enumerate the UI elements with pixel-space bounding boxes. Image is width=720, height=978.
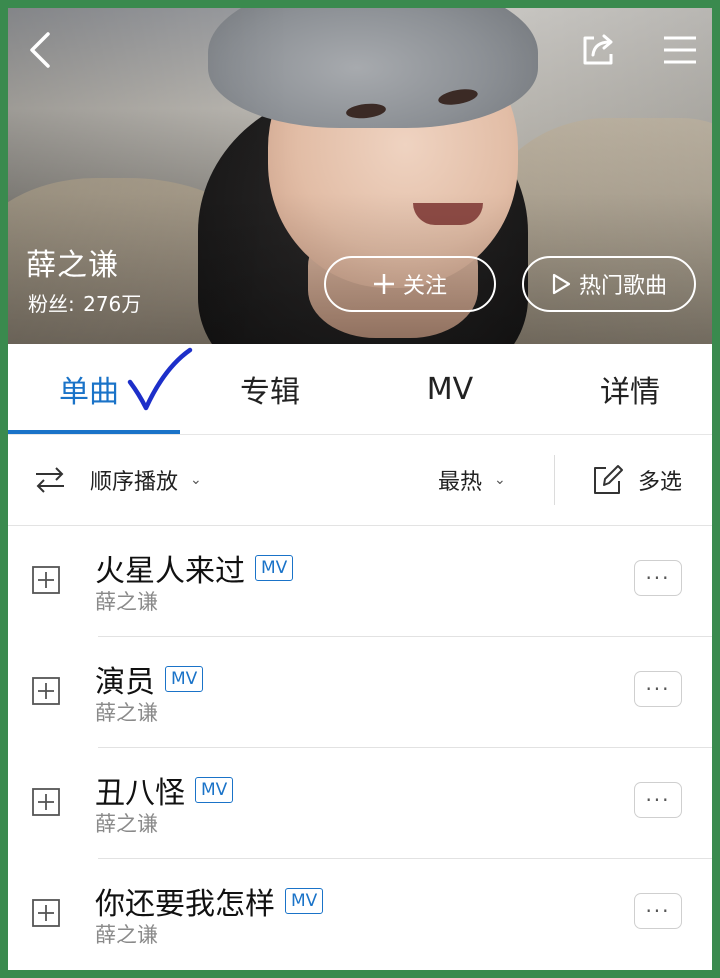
add-to-playlist-icon[interactable] [32,566,60,594]
toolbar-divider [554,455,555,505]
add-to-playlist-icon[interactable] [32,899,60,927]
song-artist: 薛之谦 [95,701,158,725]
edit-icon [594,465,623,494]
play-order-button[interactable]: 顺序播放 ⌄ [34,435,202,525]
song-row[interactable]: 你还要我怎样 MV 薛之谦 ··· [8,859,712,970]
checkmark-annotation-icon [127,347,193,411]
back-icon[interactable] [26,30,56,70]
song-title: 演员 MV [95,657,204,701]
song-title-text: 演员 [95,665,155,700]
active-tab-indicator [8,430,180,434]
follow-button[interactable]: 关注 [324,256,496,312]
add-to-playlist-icon[interactable] [32,788,60,816]
play-icon [552,273,571,295]
song-row[interactable]: 丑八怪 MV 薛之谦 ··· [8,748,712,859]
menu-icon[interactable] [662,34,698,66]
follow-label: 关注 [402,274,447,299]
share-icon[interactable] [580,32,616,68]
list-toolbar: 顺序播放 ⌄ 最热 ⌄ 多选 [8,435,712,526]
song-artist: 薛之谦 [95,590,158,614]
add-to-playlist-icon[interactable] [32,677,60,705]
chevron-down-icon: ⌄ [494,472,506,488]
fans-label: 粉丝: [28,292,75,316]
song-title-text: 丑八怪 [95,776,185,811]
more-options-icon[interactable]: ··· [634,671,682,707]
mv-badge[interactable]: MV [195,777,234,803]
song-row[interactable]: 火星人来过 MV 薛之谦 ··· [8,526,712,637]
hot-songs-label: 热门歌曲 [578,274,667,299]
song-title: 丑八怪 MV [95,768,234,812]
artist-name: 薛之谦 [26,248,119,283]
tab-albums-label: 专辑 [240,375,300,410]
tab-mv[interactable]: MV [364,344,536,434]
more-options-icon[interactable]: ··· [634,893,682,929]
artist-header-photo: 薛之谦 粉丝: 276万 关注 热门歌曲 [8,8,712,344]
mv-badge[interactable]: MV [285,888,324,914]
song-title: 你还要我怎样 MV [95,879,324,923]
tab-details-label: 详情 [600,375,660,410]
tab-albums[interactable]: 专辑 [184,344,356,434]
tab-details[interactable]: 详情 [544,344,712,434]
plus-icon [373,274,394,294]
multi-select-button[interactable]: 多选 [590,435,682,525]
hot-songs-button[interactable]: 热门歌曲 [522,256,696,312]
shuffle-order-icon [36,467,64,493]
chevron-down-icon: ⌄ [190,472,202,488]
play-order-label: 顺序播放 [90,470,179,495]
song-artist: 薛之谦 [95,812,158,836]
mv-badge[interactable]: MV [165,666,204,692]
tab-singles-label: 单曲 [59,375,119,410]
song-title: 火星人来过 MV [95,546,294,590]
more-options-icon[interactable]: ··· [634,560,682,596]
song-artist: 薛之谦 [95,923,158,947]
fans-count: 粉丝: 276万 [26,288,141,317]
tab-mv-label: MV [426,371,474,407]
more-options-icon[interactable]: ··· [634,782,682,818]
song-title-text: 火星人来过 [95,554,245,589]
song-row[interactable]: 演员 MV 薛之谦 ··· [8,637,712,748]
fans-value: 276万 [83,292,142,316]
tab-bar: 单曲 专辑 MV 详情 [8,344,712,435]
sort-label: 最热 [438,470,483,495]
sort-button[interactable]: 最热 ⌄ [438,435,506,525]
song-title-text: 你还要我怎样 [95,887,275,922]
multi-select-label: 多选 [638,470,683,495]
app-screen: 薛之谦 粉丝: 276万 关注 热门歌曲 单曲 专辑 MV 详情 顺序播放 ⌄ … [8,8,712,970]
mv-badge[interactable]: MV [255,555,294,581]
